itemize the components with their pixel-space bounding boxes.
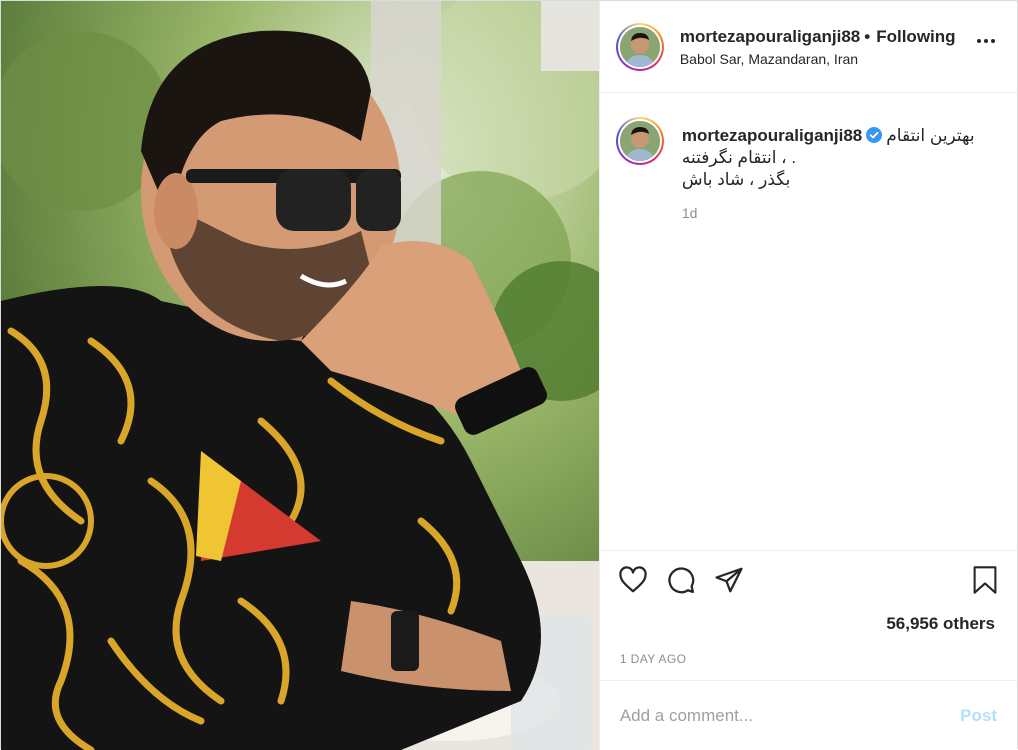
avatar-image — [619, 26, 660, 67]
heart-icon[interactable] — [618, 565, 648, 595]
post-comment-button[interactable]: Post — [960, 706, 997, 726]
post-photo[interactable] — [1, 1, 599, 750]
caption-timestamp[interactable]: 1d — [682, 205, 1001, 221]
separator-dot: • — [864, 26, 871, 46]
post-date[interactable]: 1 DAY AGO — [600, 644, 1017, 680]
likes-count[interactable]: 56,956 others — [600, 608, 1017, 644]
bookmark-icon[interactable] — [971, 565, 999, 595]
comments-area: mortezapouraliganji88 بهترین انتقام . ، ا… — [600, 93, 1017, 550]
verified-badge-icon — [866, 127, 883, 143]
caption-avatar[interactable] — [615, 117, 664, 165]
caption-username-link[interactable]: mortezapouraliganji88 — [682, 126, 862, 145]
username-link[interactable]: mortezapouraliganji88 — [680, 27, 860, 46]
caption-text-line2: . ، انتقام نگرفتنه — [681, 148, 797, 167]
comment-input[interactable] — [619, 705, 940, 726]
more-horizontal-icon[interactable] — [977, 39, 995, 43]
post-details-panel: mortezapouraliganji88 • Following Babol Sa… — [598, 1, 1017, 750]
caption-text-line1: بهترین انتقام — [886, 126, 975, 145]
action-bar — [599, 550, 1017, 608]
avatar[interactable] — [615, 22, 664, 71]
post-photo-illustration — [1, 1, 599, 750]
comment-form: Post — [599, 680, 1017, 750]
instagram-post: mortezapouraliganji88 • Following Babol Sa… — [0, 0, 1018, 750]
following-button[interactable]: Following — [876, 27, 955, 46]
post-header: mortezapouraliganji88 • Following Babol Sa… — [599, 1, 1017, 93]
caption-text-line3: بگذر ، شاد باش — [681, 170, 791, 189]
share-icon[interactable] — [714, 565, 744, 595]
caption: mortezapouraliganji88 بهترین انتقام . ، ا… — [615, 117, 1001, 221]
location-link[interactable]: Babol Sar, Mazandaran, Iran — [680, 51, 956, 67]
comment-icon[interactable] — [666, 565, 696, 595]
